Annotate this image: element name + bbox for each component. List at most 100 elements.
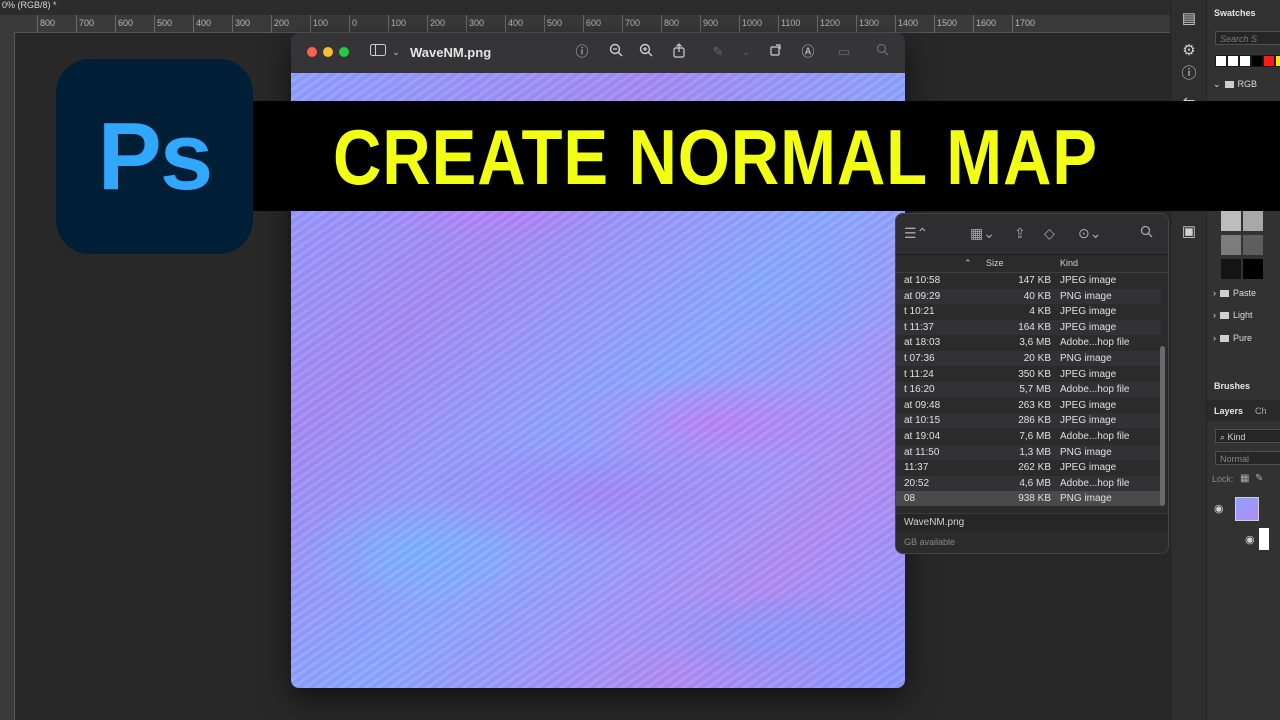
ruler-tick <box>661 15 662 32</box>
ruler-label: 100 <box>391 18 407 28</box>
file-date: at 19:04 <box>904 431 941 442</box>
file-row[interactable]: at 18:03 3,6 MB Adobe...hop file <box>896 335 1161 350</box>
lock-brush-icon[interactable]: ✎ <box>1255 473 1263 484</box>
finder-scrollbar[interactable] <box>1160 346 1165 506</box>
file-row[interactable]: at 10:15 286 KB JPEG image <box>896 413 1161 429</box>
ruler-tick <box>856 15 857 32</box>
zoom-in-icon[interactable] <box>637 43 655 61</box>
swatches-search[interactable]: Search S <box>1215 31 1280 45</box>
search-icon[interactable] <box>873 43 891 61</box>
folder-row-paste[interactable]: › Paste <box>1213 286 1256 300</box>
file-row[interactable]: at 09:29 40 KB PNG image <box>896 288 1161 304</box>
swatch-yellow[interactable] <box>1275 55 1280 67</box>
adjustments-icon[interactable]: ⚙ <box>1178 40 1200 62</box>
gray-swatch-5[interactable] <box>1221 259 1241 279</box>
list-view-icon[interactable]: ☰⌃ <box>904 225 928 242</box>
brushes-tab[interactable]: Brushes <box>1214 381 1250 391</box>
size-column-header[interactable]: Size <box>986 258 1004 268</box>
sort-chevron-icon[interactable]: ⌃ <box>964 258 972 269</box>
info-icon[interactable]: ⓘ <box>1178 63 1200 85</box>
file-row[interactable]: t 11:37 164 KB JPEG image <box>896 319 1161 335</box>
title-banner-text: CREATE NORMAL MAP <box>333 113 1098 201</box>
highlight-icon[interactable]: Ⓐ <box>799 43 817 61</box>
file-row[interactable]: 20:52 4,6 MB Adobe...hop file <box>896 475 1161 491</box>
swatches-tab[interactable]: Swatches <box>1214 8 1256 18</box>
minimize-window-button[interactable] <box>323 47 333 57</box>
gray-swatch-4[interactable] <box>1243 235 1263 255</box>
file-row[interactable]: t 07:36 20 KB PNG image <box>896 351 1161 366</box>
swatch-black[interactable] <box>1251 55 1263 67</box>
channels-tab[interactable]: Ch <box>1255 406 1267 416</box>
blend-mode-select[interactable]: Normal <box>1215 451 1280 465</box>
ruler-label: 400 <box>196 18 212 28</box>
ruler-tick <box>115 15 116 32</box>
folder-label: Pure <box>1233 333 1253 343</box>
file-row[interactable]: t 11:24 350 KB JPEG image <box>896 367 1161 382</box>
ruler-label: 1600 <box>976 18 997 28</box>
file-row[interactable]: at 10:58 147 KB JPEG image <box>896 273 1161 288</box>
signature-icon[interactable]: ▭ <box>835 43 853 61</box>
markup-pen-icon[interactable]: ✎ <box>709 43 727 61</box>
file-row[interactable]: 11:37 262 KB JPEG image <box>896 460 1161 475</box>
share-icon[interactable]: ⇪ <box>1014 225 1026 242</box>
file-row[interactable]: t 10:21 4 KB JPEG image <box>896 304 1161 319</box>
kind-filter[interactable]: ⌕ Kind <box>1215 429 1280 443</box>
rgb-group-row[interactable]: ⌄ RGB <box>1213 77 1257 91</box>
zoom-out-icon[interactable] <box>607 43 625 61</box>
ruler-label: 1100 <box>781 18 801 28</box>
eye-icon[interactable]: ◉ <box>1214 502 1224 515</box>
file-row[interactable]: at 09:48 263 KB JPEG image <box>896 398 1161 413</box>
finder-window: ☰⌃ ▦⌄ ⇪ ◇ ⊙⌄ ⌃ Size Kind at 10:58 147 KB J… <box>895 213 1169 554</box>
ruler-tick <box>466 15 467 32</box>
ruler-tick <box>1012 15 1013 32</box>
ruler-tick <box>973 15 974 32</box>
file-row[interactable]: 08 938 KB PNG image <box>896 491 1161 507</box>
gray-swatch-6[interactable] <box>1243 259 1263 279</box>
preview-toolbar: ⌄ WaveNM.png ⓘ ✎ ⌄ Ⓐ ▭ <box>291 33 905 74</box>
ruler-tick <box>895 15 896 32</box>
file-row[interactable]: at 19:04 7,6 MB Adobe...hop file <box>896 429 1161 444</box>
gray-swatch-3[interactable] <box>1221 235 1241 255</box>
gray-swatch-2[interactable] <box>1243 211 1263 231</box>
swatch-white-2[interactable] <box>1239 55 1251 67</box>
sidebar-toggle-icon[interactable] <box>369 43 387 61</box>
eye-icon[interactable]: ◉ <box>1245 533 1255 546</box>
more-actions-icon[interactable]: ⊙⌄ <box>1078 225 1101 242</box>
file-size: 5,7 MB <box>1019 384 1051 396</box>
file-date: t 16:20 <box>904 384 935 396</box>
ruler-label: 600 <box>586 18 602 28</box>
document-tab[interactable]: 0% (RGB/8) * <box>0 0 1170 15</box>
file-size: 164 KB <box>1018 321 1051 333</box>
search-icon[interactable] <box>1140 225 1153 241</box>
rotate-icon[interactable] <box>767 43 785 61</box>
lock-pixels-icon[interactable]: ▦ <box>1240 473 1249 484</box>
chevron-down-icon[interactable]: ⌄ <box>387 43 405 61</box>
markup-chevron-icon[interactable]: ⌄ <box>737 43 755 61</box>
folder-row-pure[interactable]: › Pure <box>1213 331 1252 345</box>
file-row[interactable]: at 11:50 1,3 MB PNG image <box>896 444 1161 460</box>
gray-swatch-1[interactable] <box>1221 211 1241 231</box>
ruler-tick <box>388 15 389 32</box>
file-size: 350 KB <box>1018 368 1051 380</box>
close-window-button[interactable] <box>307 47 317 57</box>
swatch-white[interactable] <box>1227 55 1239 67</box>
info-icon[interactable]: ⓘ <box>573 43 591 61</box>
tag-icon[interactable]: ◇ <box>1044 225 1055 242</box>
layers-tab[interactable]: Layers <box>1214 406 1243 416</box>
group-view-icon[interactable]: ▦⌄ <box>970 225 995 242</box>
file-row[interactable]: t 16:20 5,7 MB Adobe...hop file <box>896 382 1161 398</box>
kind-column-header[interactable]: Kind <box>1060 258 1078 268</box>
zoom-window-button[interactable] <box>339 47 349 57</box>
folder-row-light[interactable]: › Light <box>1213 308 1253 322</box>
file-kind: PNG image <box>1060 353 1112 364</box>
layer-thumbnail[interactable] <box>1235 497 1259 521</box>
share-icon[interactable] <box>670 43 688 61</box>
history-icon[interactable]: ▤ <box>1178 8 1200 30</box>
file-date: t 11:37 <box>904 321 934 333</box>
swatch-none[interactable] <box>1215 55 1227 67</box>
file-date: at 18:03 <box>904 337 941 349</box>
mask-thumbnail[interactable] <box>1259 528 1269 550</box>
file-kind: JPEG image <box>1060 368 1117 380</box>
swatch-red[interactable] <box>1263 55 1275 67</box>
panel-icon[interactable]: ▣ <box>1178 221 1200 243</box>
